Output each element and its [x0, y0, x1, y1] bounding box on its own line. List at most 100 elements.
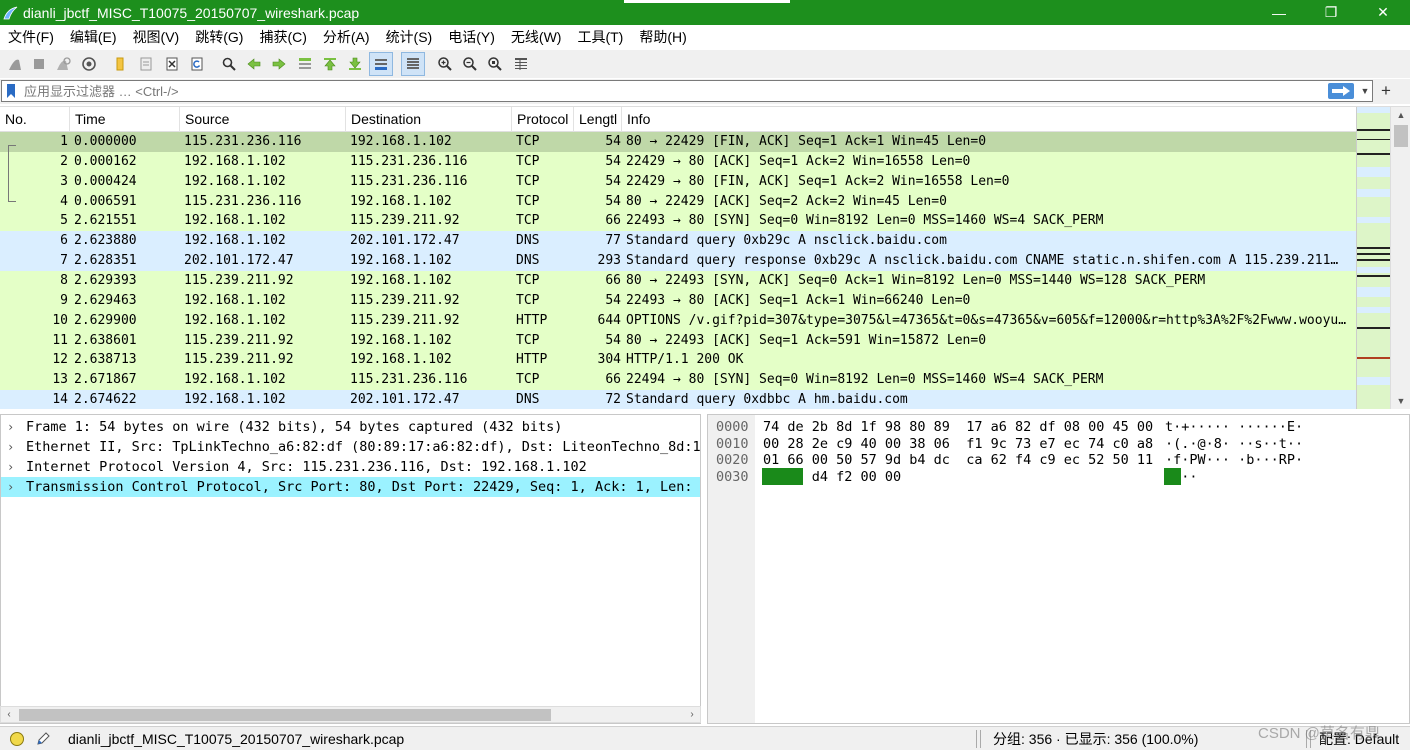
- menu-item-9[interactable]: 工具(T): [569, 25, 631, 50]
- packet-row[interactable]: 13 2.671867 192.168.1.102 115.231.236.116 TC…: [0, 370, 1356, 391]
- hex-bytes-rest[interactable]: d4 f2 00 00: [804, 469, 901, 485]
- chevron-right-icon[interactable]: ›: [7, 437, 14, 457]
- packet-row[interactable]: 6 2.623880 192.168.1.102 202.101.172.47 DNS 7…: [0, 231, 1356, 252]
- column-header-source[interactable]: Source: [180, 107, 346, 132]
- column-header-time[interactable]: Time: [70, 107, 180, 132]
- go-to-packet-icon[interactable]: [293, 52, 317, 76]
- reload-file-icon[interactable]: [185, 52, 209, 76]
- chevron-right-icon[interactable]: ›: [7, 457, 14, 477]
- ascii-bytes-rest[interactable]: ··: [1181, 469, 1197, 485]
- minimize-button[interactable]: —: [1256, 0, 1302, 25]
- packet-length: 54: [605, 153, 621, 169]
- go-first-packet-icon[interactable]: [318, 52, 342, 76]
- go-last-packet-icon[interactable]: [343, 52, 367, 76]
- zoom-normal-icon[interactable]: [483, 52, 507, 76]
- find-packet-icon[interactable]: [217, 52, 241, 76]
- packet-row[interactable]: 2 0.000162 192.168.1.102 115.231.236.116 TCP…: [0, 151, 1356, 172]
- go-forward-icon[interactable]: [267, 52, 291, 76]
- column-header-info[interactable]: Info: [622, 107, 1356, 132]
- packet-destination: 115.231.236.116: [350, 173, 468, 189]
- apply-filter-button[interactable]: [1328, 83, 1354, 99]
- packet-row[interactable]: 9 2.629463 192.168.1.102 115.239.211.92 TCP 5…: [0, 290, 1356, 311]
- details-horizontal-scrollbar[interactable]: ‹ ›: [0, 706, 701, 723]
- go-back-icon[interactable]: [242, 52, 266, 76]
- hex-bytes[interactable]: 01 66 00 50 57 9d b4 dc ca 62 f4 c9 ec 5…: [763, 452, 1153, 469]
- scroll-left-icon[interactable]: ‹: [1, 707, 17, 722]
- capture-options-icon[interactable]: [77, 52, 101, 76]
- zoom-in-icon[interactable]: [433, 52, 457, 76]
- menu-item-10[interactable]: 帮助(H): [631, 25, 694, 50]
- menu-item-2[interactable]: 视图(V): [125, 25, 188, 50]
- packet-row[interactable]: 10 2.629900 192.168.1.102 115.239.211.92 HTT…: [0, 310, 1356, 331]
- column-header-no[interactable]: No.: [0, 107, 70, 132]
- edit-comment-icon[interactable]: [35, 731, 51, 747]
- ascii-bytes[interactable]: t·+····· ······E·: [1165, 419, 1303, 436]
- open-file-icon[interactable]: [108, 52, 132, 76]
- bookmark-icon[interactable]: [4, 83, 18, 99]
- expert-info-icon[interactable]: [9, 731, 25, 747]
- chevron-right-icon[interactable]: ›: [7, 477, 14, 497]
- packet-row[interactable]: 4 0.006591 115.231.236.116 192.168.1.102 TCP…: [0, 191, 1356, 212]
- menu-item-7[interactable]: 电话(Y): [440, 25, 503, 50]
- hex-bytes[interactable]: 00 28 2e c9 40 00 38 06 f1 9c 73 e7 ec 7…: [763, 436, 1153, 453]
- scroll-up-icon[interactable]: ▲: [1391, 107, 1410, 123]
- auto-scroll-icon[interactable]: [369, 52, 393, 76]
- ascii-bytes[interactable]: ·f·PW··· ·b···RP·: [1165, 452, 1303, 469]
- shark-fin-start-icon[interactable]: [3, 52, 27, 76]
- packet-time: 2.638601: [74, 332, 137, 348]
- close-button[interactable]: ✕: [1360, 0, 1406, 25]
- scroll-right-icon[interactable]: ›: [684, 707, 700, 722]
- restore-button[interactable]: ❐: [1308, 0, 1354, 25]
- menu-item-5[interactable]: 分析(A): [315, 25, 378, 50]
- stop-capture-icon[interactable]: [27, 52, 51, 76]
- packet-destination: 115.239.211.92: [350, 213, 460, 229]
- menu-item-1[interactable]: 编辑(E): [62, 25, 125, 50]
- packet-length: 293: [597, 253, 621, 269]
- detail-tree-item[interactable]: › Frame 1: 54 bytes on wire (432 bits), 5…: [1, 417, 700, 437]
- detail-tree-item[interactable]: › Internet Protocol Version 4, Src: 115.2…: [1, 457, 700, 477]
- zoom-out-icon[interactable]: [458, 52, 482, 76]
- scrollbar-thumb[interactable]: [19, 709, 551, 721]
- chevron-right-icon[interactable]: ›: [7, 417, 14, 437]
- packet-protocol: TCP: [516, 372, 540, 388]
- detail-tree-item[interactable]: › Ethernet II, Src: TpLinkTechno_a6:82:df…: [1, 437, 700, 457]
- resize-columns-icon[interactable]: [509, 52, 533, 76]
- scrollbar-thumb[interactable]: [1394, 125, 1408, 147]
- packet-row[interactable]: 14 2.674622 192.168.1.102 202.101.172.47 DNS…: [0, 390, 1356, 409]
- scroll-down-icon[interactable]: ▼: [1391, 393, 1410, 409]
- packet-row[interactable]: 8 2.629393 115.239.211.92 192.168.1.102 TCP 6…: [0, 270, 1356, 291]
- packet-time: 0.000162: [74, 153, 137, 169]
- status-divider: [980, 730, 981, 748]
- packet-length: 54: [605, 292, 621, 308]
- column-header-destination[interactable]: Destination: [346, 107, 512, 132]
- ascii-bytes[interactable]: ·(.·@·8· ··s··t··: [1165, 436, 1303, 453]
- packet-row[interactable]: 3 0.000424 192.168.1.102 115.231.236.116 TCP…: [0, 171, 1356, 192]
- packet-row[interactable]: 12 2.638713 115.239.211.92 192.168.1.102 HTT…: [0, 350, 1356, 371]
- save-file-icon[interactable]: [134, 52, 158, 76]
- menu-item-3[interactable]: 跳转(G): [187, 25, 251, 50]
- packet-row[interactable]: 11 2.638601 115.239.211.92 192.168.1.102 TCP…: [0, 330, 1356, 351]
- column-header-length[interactable]: Lengtl: [574, 107, 622, 132]
- packet-time: 2.674622: [74, 392, 137, 408]
- menu-item-6[interactable]: 统计(S): [378, 25, 441, 50]
- packet-list-scrollbar[interactable]: ▲ ▼: [1390, 107, 1410, 409]
- hex-bytes[interactable]: 74 de 2b 8d 1f 98 80 89 17 a6 82 df 08 0…: [763, 419, 1153, 436]
- packet-minimap[interactable]: [1356, 107, 1391, 409]
- menu-item-0[interactable]: 文件(F): [0, 25, 62, 50]
- menu-item-4[interactable]: 捕获(C): [251, 25, 314, 50]
- add-filter-button[interactable]: +: [1378, 81, 1394, 101]
- filter-history-dropdown[interactable]: ▼: [1358, 83, 1372, 99]
- column-header-protocol[interactable]: Protocol: [512, 107, 574, 132]
- detail-tree-item[interactable]: › Transmission Control Protocol, Src Port…: [1, 477, 700, 497]
- display-filter-input[interactable]: [24, 81, 1314, 101]
- packet-row[interactable]: 1 0.000000 115.231.236.116 192.168.1.102 TCP…: [0, 132, 1356, 152]
- packet-destination: 115.231.236.116: [350, 372, 468, 388]
- packet-protocol: TCP: [516, 173, 540, 189]
- close-file-icon[interactable]: [160, 52, 184, 76]
- restart-capture-icon[interactable]: [51, 52, 75, 76]
- packet-row[interactable]: 5 2.621551 192.168.1.102 115.239.211.92 TCP 6…: [0, 211, 1356, 232]
- packet-time: 0.006591: [74, 193, 137, 209]
- menu-item-8[interactable]: 无线(W): [503, 25, 570, 50]
- packet-row[interactable]: 7 2.628351 202.101.172.47 192.168.1.102 DNS 2…: [0, 251, 1356, 272]
- colorize-icon[interactable]: [401, 52, 425, 76]
